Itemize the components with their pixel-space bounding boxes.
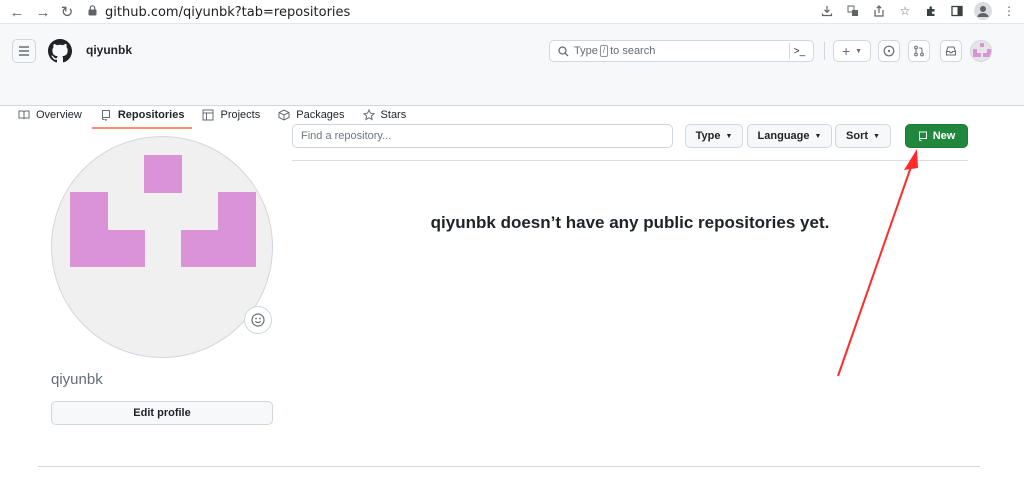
pull-requests-button[interactable]: [908, 40, 930, 62]
command-palette-button[interactable]: >_: [789, 43, 809, 59]
sidebar-icon[interactable]: [948, 2, 966, 20]
sort-filter-label: Sort: [846, 130, 869, 142]
annotation-arrow-shaft: [837, 163, 913, 377]
issues-button[interactable]: [878, 40, 900, 62]
find-repository-input[interactable]: Find a repository...: [292, 124, 673, 148]
tab-projects-label: Projects: [220, 109, 261, 121]
profile-username: qiyunbk: [51, 371, 103, 388]
url-text: github.com/qiyunbk?tab=repositories: [105, 4, 351, 20]
language-filter-button[interactable]: Language ▼: [747, 124, 832, 148]
star-icon[interactable]: ☆: [896, 2, 914, 20]
back-icon[interactable]: ←: [6, 1, 28, 23]
avatar-block-left-foot: [977, 53, 981, 57]
language-filter-label: Language: [757, 130, 810, 142]
tab-repositories-label: Repositories: [117, 109, 185, 121]
search-icon: [558, 45, 569, 56]
search-shortcut-key: /: [599, 45, 609, 57]
extensions-icon[interactable]: [922, 2, 940, 20]
avatar-block-left: [70, 192, 108, 267]
github-header: qiyunbk Type / to search >_ + ▼ Overview: [0, 24, 1024, 129]
type-filter-label: Type: [695, 130, 721, 142]
footer-divider: [38, 466, 980, 467]
pull-request-icon: [914, 45, 924, 57]
share-icon[interactable]: [870, 2, 888, 20]
set-status-button[interactable]: [244, 306, 272, 334]
forward-icon[interactable]: →: [32, 1, 54, 23]
tab-overview[interactable]: Overview: [18, 102, 90, 128]
address-bar[interactable]: github.com/qiyunbk?tab=repositories: [88, 3, 350, 21]
avatar-block-right-foot: [983, 53, 987, 57]
plus-icon: +: [841, 43, 851, 59]
avatar-block-left-foot: [107, 230, 145, 267]
avatar-block-right: [987, 49, 991, 57]
profile-icon[interactable]: [974, 2, 992, 20]
empty-repositories-message: qiyunbk doesn’t have any public reposito…: [430, 213, 830, 232]
header-username[interactable]: qiyunbk: [86, 43, 132, 57]
new-repository-button[interactable]: New: [905, 124, 968, 148]
header-divider: [824, 42, 825, 60]
avatar-block-right: [218, 192, 256, 267]
repo-icon: [918, 131, 927, 141]
tab-overview-label: Overview: [36, 109, 82, 121]
search-placeholder-prefix: Type: [574, 45, 598, 57]
issues-icon: [883, 45, 895, 57]
avatar-block-left: [973, 49, 977, 57]
menu-icon[interactable]: ⋮: [1000, 2, 1018, 20]
browser-toolbar: ← → ↻ github.com/qiyunbk?tab=repositorie…: [0, 0, 1024, 24]
caret-down-icon: ▼: [873, 132, 880, 140]
caret-down-icon: ▼: [855, 47, 863, 55]
search-placeholder-suffix: to search: [610, 45, 656, 57]
profile-avatar: [51, 136, 273, 358]
search-input[interactable]: Type / to search >_: [549, 40, 814, 62]
star-icon: [362, 109, 375, 121]
avatar-block-top: [980, 43, 984, 47]
type-filter-button[interactable]: Type ▼: [685, 124, 743, 148]
edit-profile-button[interactable]: Edit profile: [51, 401, 273, 425]
repo-icon: [101, 110, 110, 121]
sort-filter-button[interactable]: Sort ▼: [835, 124, 891, 148]
user-avatar[interactable]: [970, 40, 992, 62]
smiley-icon: [251, 313, 265, 327]
avatar-block-right-foot: [181, 230, 219, 267]
tab-repositories[interactable]: Repositories: [91, 102, 193, 129]
caret-down-icon: ▼: [814, 132, 822, 140]
inbox-button[interactable]: [940, 40, 962, 62]
avatar-block-top: [144, 155, 182, 193]
repo-list-divider: [292, 160, 968, 161]
new-repository-label: New: [932, 130, 956, 142]
tab-stars-label: Stars: [380, 109, 407, 121]
caret-down-icon: ▼: [725, 132, 733, 140]
github-logo-icon[interactable]: [48, 39, 72, 63]
reload-icon[interactable]: ↻: [56, 1, 78, 23]
hamburger-menu-button[interactable]: [12, 39, 36, 63]
inbox-icon: [945, 46, 957, 56]
create-new-button[interactable]: + ▼: [833, 40, 871, 62]
download-icon[interactable]: [818, 2, 836, 20]
tab-packages-label: Packages: [296, 109, 345, 121]
table-icon: [202, 109, 214, 121]
book-icon: [18, 110, 30, 120]
hamburger-icon: [19, 46, 29, 56]
tab-projects[interactable]: Projects: [194, 102, 268, 128]
translate-icon[interactable]: [844, 2, 862, 20]
package-icon: [278, 109, 290, 121]
lock-icon: [88, 4, 97, 20]
